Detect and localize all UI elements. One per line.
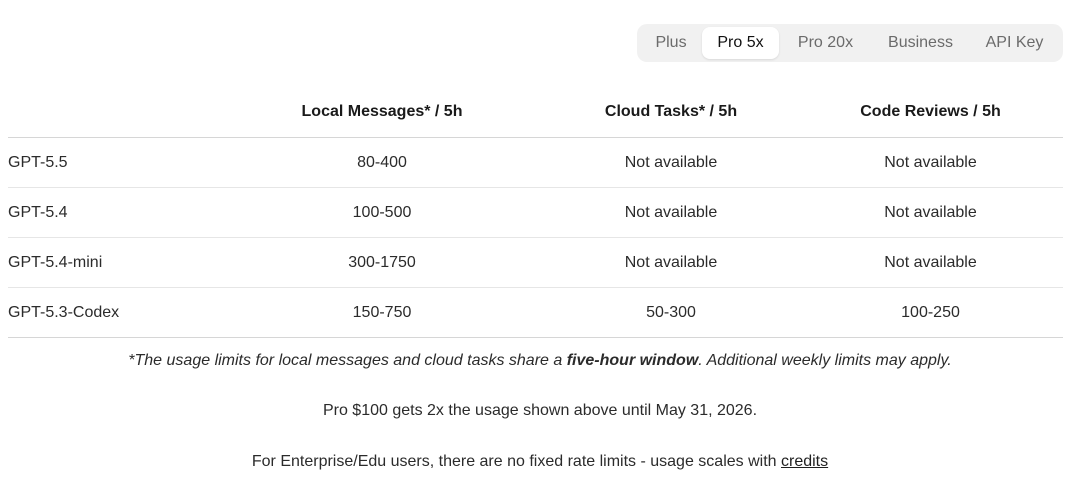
five-hour-window-emphasis: five-hour window (566, 352, 699, 369)
tab-business[interactable]: Business (872, 27, 969, 59)
table-row: GPT-5.4-mini 300-1750 Not available Not … (8, 237, 1063, 288)
model-name: GPT-5.4-mini (8, 237, 220, 288)
tab-pro-5x[interactable]: Pro 5x (702, 27, 779, 59)
cloud-tasks-value: Not available (544, 237, 798, 288)
code-reviews-value: Not available (798, 237, 1063, 288)
table-row: GPT-5.5 80-400 Not available Not availab… (8, 137, 1063, 188)
credits-link[interactable]: credits (781, 453, 828, 470)
model-name: GPT-5.5 (8, 137, 220, 188)
pro-usage-note: Pro $100 gets 2x the usage shown above u… (322, 402, 758, 419)
tab-pro-20x[interactable]: Pro 20x (779, 27, 872, 59)
enterprise-note: For Enterprise/Edu users, there are no f… (0, 453, 1080, 471)
header-model (8, 87, 220, 138)
table-header-row: Local Messages* / 5h Cloud Tasks* / 5h C… (8, 87, 1063, 138)
cloud-tasks-value: Not available (544, 137, 798, 188)
local-messages-value: 300-1750 (220, 237, 544, 288)
local-messages-value: 100-500 (220, 187, 544, 238)
code-reviews-value: Not available (798, 137, 1063, 188)
plan-tabs: Plus Pro 5x Pro 20x Business API Key (637, 24, 1063, 62)
header-code-reviews: Code Reviews / 5h (798, 87, 1063, 138)
rate-limits-table: Local Messages* / 5h Cloud Tasks* / 5h C… (8, 87, 1063, 338)
cloud-tasks-value: Not available (544, 187, 798, 238)
model-name: GPT-5.3-Codex (8, 287, 220, 338)
table-row: GPT-5.3-Codex 150-750 50-300 100-250 (8, 287, 1063, 338)
header-local-messages: Local Messages* / 5h (220, 87, 544, 138)
cloud-tasks-value: 50-300 (544, 287, 798, 338)
usage-limits-footnote: *The usage limits for local messages and… (0, 352, 1080, 370)
header-cloud-tasks: Cloud Tasks* / 5h (544, 87, 798, 138)
tab-api-key[interactable]: API Key (969, 27, 1060, 59)
code-reviews-value: 100-250 (798, 287, 1063, 338)
model-name: GPT-5.4 (8, 187, 220, 238)
tab-plus[interactable]: Plus (640, 27, 702, 59)
code-reviews-value: Not available (798, 187, 1063, 238)
table-row: GPT-5.4 100-500 Not available Not availa… (8, 187, 1063, 238)
footnote-text-start: *The usage limits for local messages and… (128, 352, 567, 369)
local-messages-value: 80-400 (220, 137, 544, 188)
local-messages-value: 150-750 (220, 287, 544, 338)
footnote-text-end: . Additional weekly limits may apply. (698, 352, 952, 369)
enterprise-note-text: For Enterprise/Edu users, there are no f… (251, 453, 781, 470)
